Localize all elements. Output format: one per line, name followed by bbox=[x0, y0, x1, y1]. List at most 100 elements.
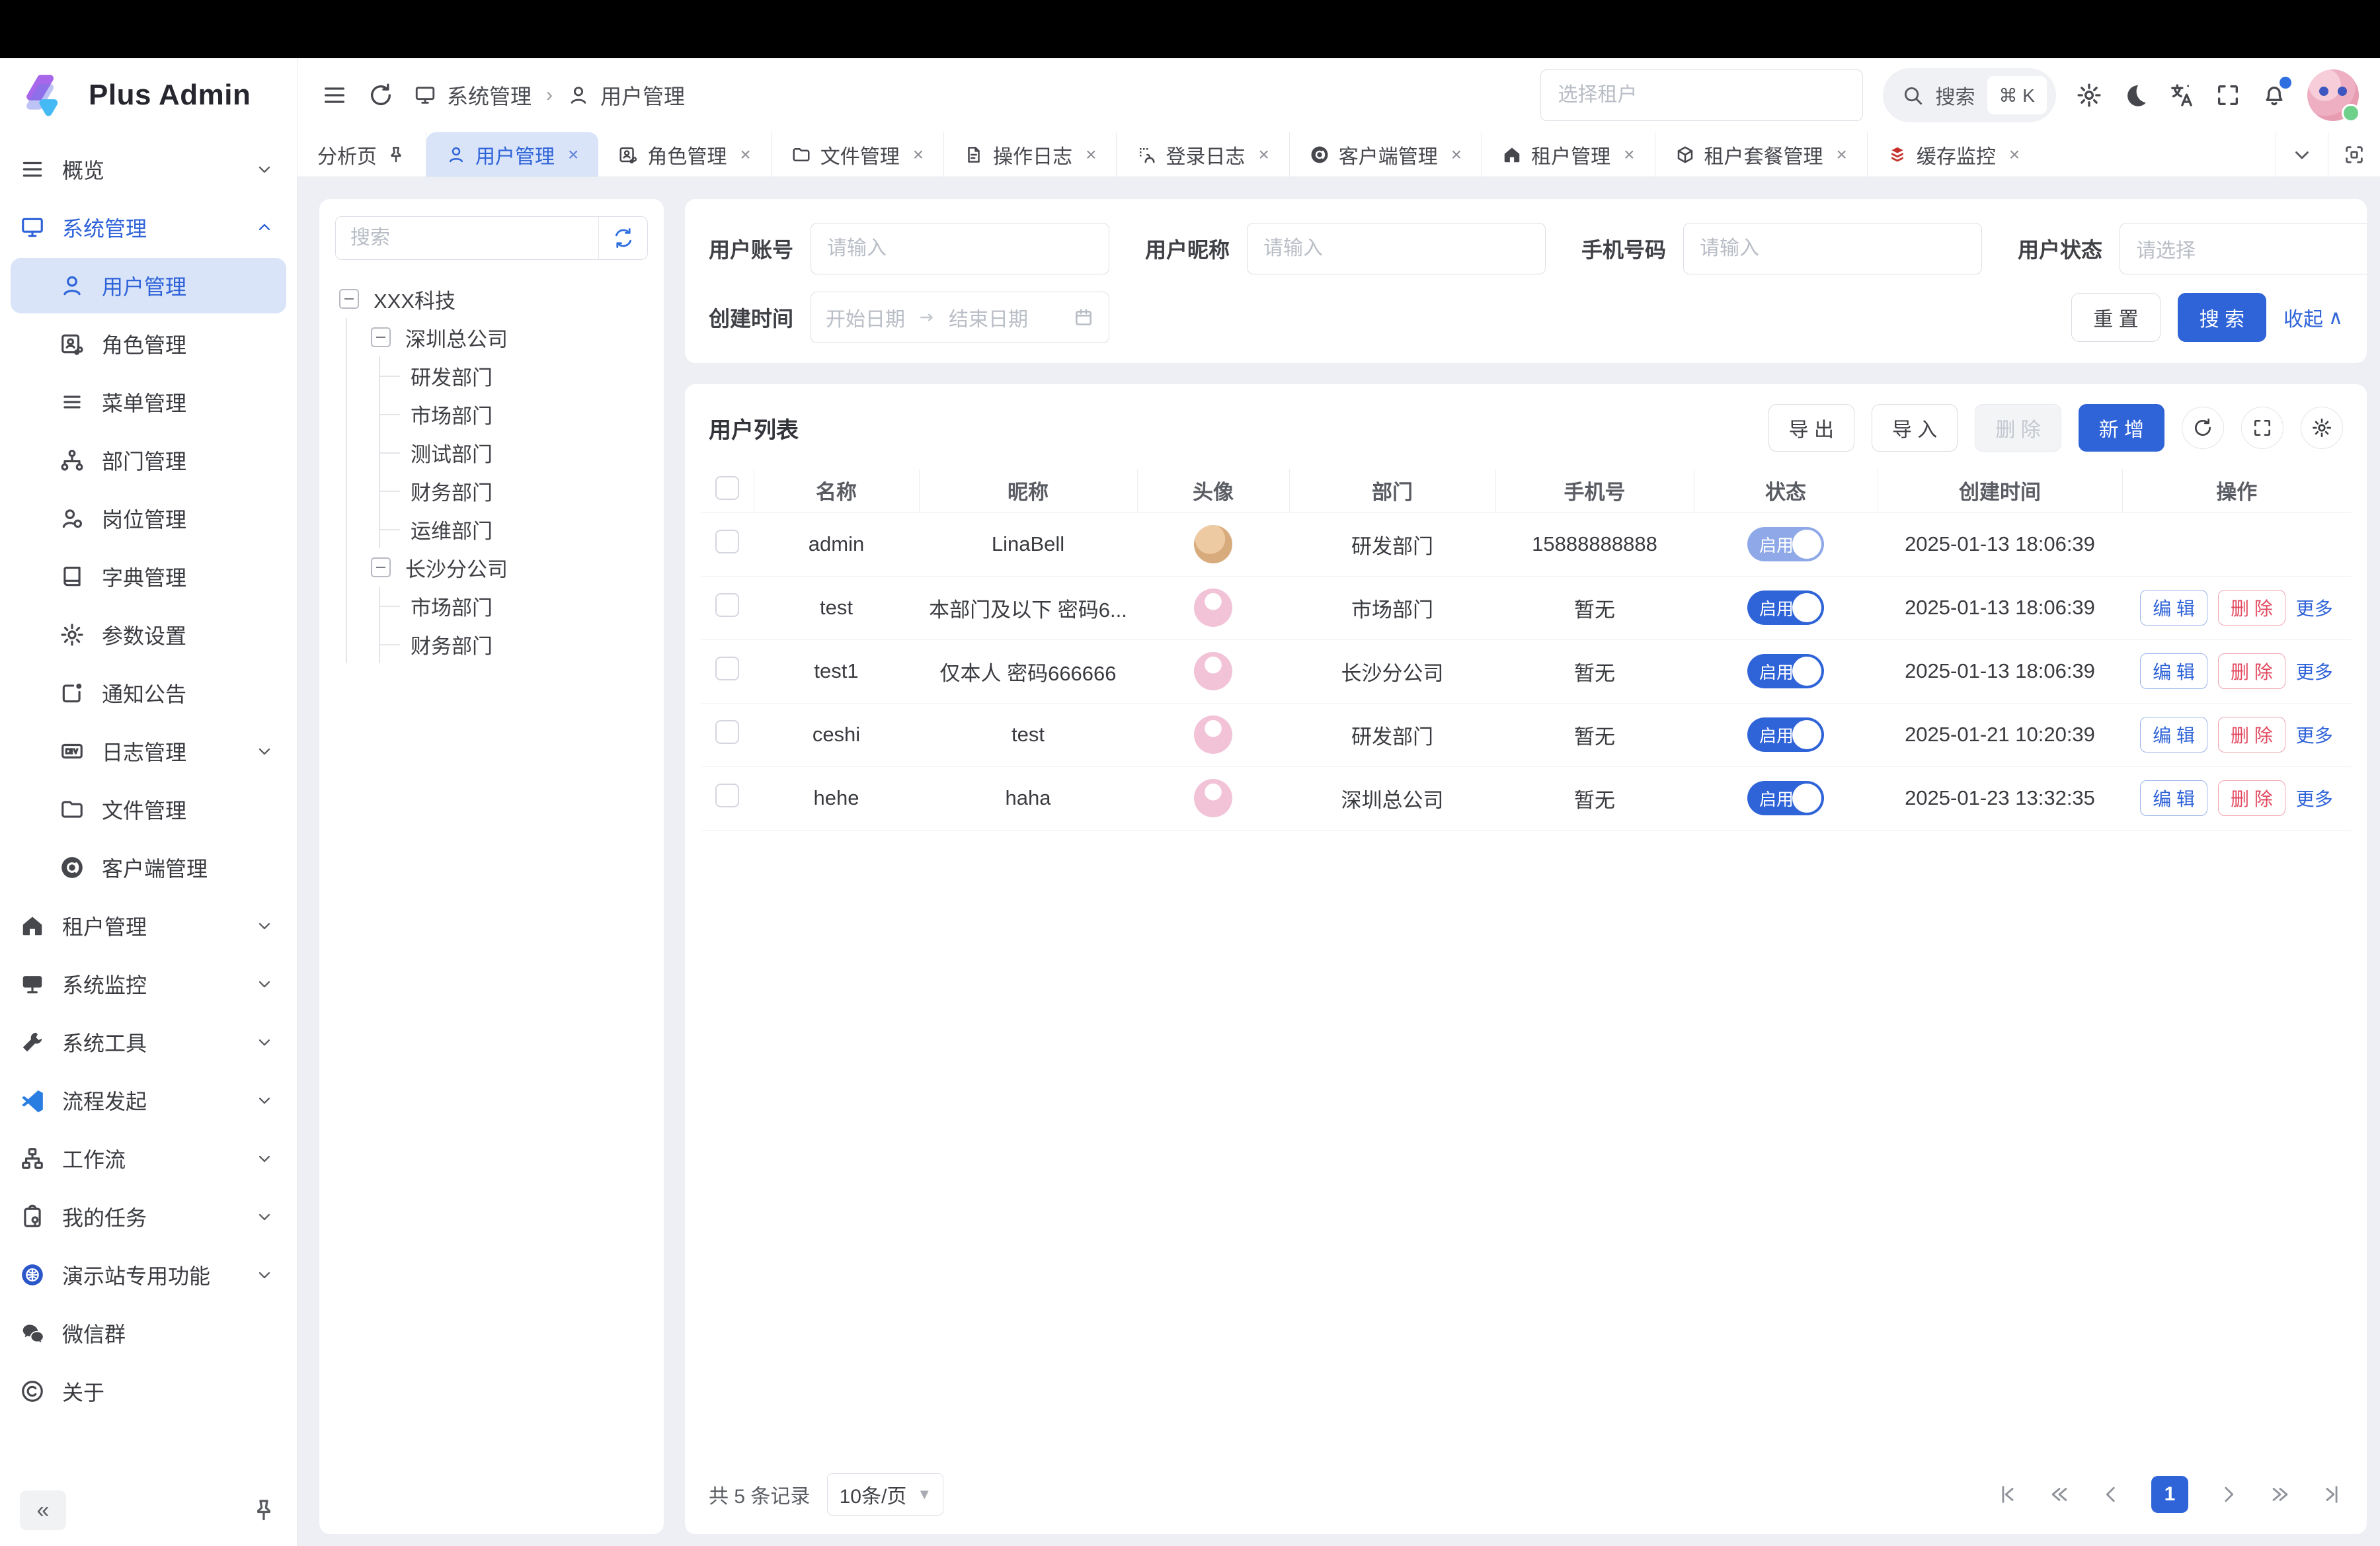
tree-collapse-toggle[interactable] bbox=[371, 557, 391, 577]
close-icon[interactable]: × bbox=[2009, 144, 2020, 165]
close-icon[interactable]: × bbox=[1837, 144, 1847, 165]
tree-node-company[interactable]: 长沙分公司 bbox=[368, 548, 648, 587]
page-size-select[interactable]: 10条/页 ▼ bbox=[827, 1473, 943, 1516]
settings-gear-icon[interactable] bbox=[2076, 82, 2102, 108]
export-button[interactable]: 导 出 bbox=[1768, 404, 1854, 452]
avatar[interactable] bbox=[1194, 589, 1232, 627]
sidebar-collapse-button[interactable]: « bbox=[20, 1490, 66, 1530]
tab-user-management[interactable]: 用户管理 × bbox=[426, 132, 598, 177]
sidebar-item-role-management[interactable]: 角色管理 bbox=[0, 315, 297, 373]
sidebar-item-file-management[interactable]: 文件管理 bbox=[0, 780, 297, 838]
status-toggle[interactable]: 启用 bbox=[1747, 590, 1824, 625]
sidebar-item-workflow[interactable]: 工作流 bbox=[0, 1129, 297, 1188]
pin-icon[interactable] bbox=[251, 1497, 277, 1524]
tree-node-company[interactable]: 深圳总公司 bbox=[368, 318, 648, 356]
close-icon[interactable]: × bbox=[1451, 144, 1462, 165]
column-header-phone[interactable]: 手机号 bbox=[1495, 469, 1694, 512]
sidebar-item-notice-announcement[interactable]: 通知公告 bbox=[0, 664, 297, 722]
delete-button[interactable]: 删 除 bbox=[1975, 404, 2061, 452]
delete-row-button[interactable]: 删 除 bbox=[2218, 780, 2285, 816]
delete-row-button[interactable]: 删 除 bbox=[2218, 717, 2285, 753]
sidebar-item-log-management[interactable]: 日志管理 bbox=[0, 722, 297, 780]
column-header-avatar[interactable]: 头像 bbox=[1137, 469, 1289, 512]
sidebar-item-process-initiation[interactable]: 流程发起 bbox=[0, 1071, 297, 1129]
last-page-button[interactable] bbox=[2320, 1483, 2343, 1506]
tree-node-department[interactable]: 市场部门 bbox=[380, 587, 648, 625]
row-checkbox[interactable] bbox=[715, 720, 739, 744]
sidebar-item-department-management[interactable]: 部门管理 bbox=[0, 431, 297, 489]
current-page[interactable]: 1 bbox=[2151, 1476, 2188, 1513]
sidebar-item-user-management[interactable]: 用户管理 bbox=[11, 258, 286, 313]
close-icon[interactable]: × bbox=[740, 144, 750, 165]
close-icon[interactable]: × bbox=[913, 144, 924, 165]
column-header-actions[interactable]: 操作 bbox=[2122, 469, 2351, 512]
fullscreen-icon[interactable] bbox=[2215, 82, 2241, 108]
phone-input[interactable] bbox=[1683, 223, 1982, 274]
import-button[interactable]: 导 入 bbox=[1872, 404, 1958, 452]
tab-tenant-package-management[interactable]: 租户套餐管理 × bbox=[1655, 132, 1868, 177]
table-fullscreen-button[interactable] bbox=[2241, 407, 2283, 449]
delete-row-button[interactable]: 删 除 bbox=[2218, 590, 2285, 626]
tree-node-department[interactable]: 测试部门 bbox=[380, 433, 648, 471]
row-checkbox[interactable] bbox=[715, 593, 739, 617]
close-icon[interactable]: × bbox=[1086, 144, 1096, 165]
jump-back-button[interactable] bbox=[2048, 1483, 2071, 1506]
close-icon[interactable]: × bbox=[568, 144, 578, 165]
column-header-name[interactable]: 名称 bbox=[754, 469, 919, 512]
sidebar-item-my-tasks[interactable]: 我的任务 bbox=[0, 1188, 297, 1246]
next-page-button[interactable] bbox=[2217, 1483, 2240, 1506]
translate-icon[interactable] bbox=[2168, 82, 2195, 108]
more-link[interactable]: 更多 bbox=[2296, 721, 2333, 748]
tree-node-department[interactable]: 财务部门 bbox=[380, 625, 648, 663]
status-select[interactable]: 请选择 ∨ bbox=[2120, 223, 2367, 274]
avatar[interactable] bbox=[1194, 779, 1232, 817]
close-icon[interactable]: × bbox=[1624, 144, 1634, 165]
sidebar-item-system-management[interactable]: 系统管理 bbox=[0, 198, 297, 257]
sidebar-item-client-management[interactable]: 客户端管理 bbox=[0, 838, 297, 897]
column-header-nickname[interactable]: 昵称 bbox=[919, 469, 1137, 512]
delete-row-button[interactable]: 删 除 bbox=[2218, 653, 2285, 689]
breadcrumb-system[interactable]: 系统管理 bbox=[447, 80, 532, 110]
more-link[interactable]: 更多 bbox=[2296, 785, 2333, 811]
avatar[interactable] bbox=[1194, 525, 1232, 563]
tree-node-department[interactable]: 市场部门 bbox=[380, 395, 648, 433]
tree-node-department[interactable]: 研发部门 bbox=[380, 356, 648, 395]
table-settings-button[interactable] bbox=[2301, 407, 2343, 449]
breadcrumb-user[interactable]: 用户管理 bbox=[600, 80, 685, 110]
sidebar-item-system-monitor[interactable]: 系统监控 bbox=[0, 955, 297, 1013]
prev-page-button[interactable] bbox=[2100, 1483, 2122, 1506]
tenant-select-input[interactable] bbox=[1540, 69, 1863, 121]
row-checkbox[interactable] bbox=[715, 657, 739, 680]
account-input[interactable] bbox=[811, 223, 1109, 274]
tabs-dropdown-button[interactable] bbox=[2276, 132, 2328, 177]
tab-file-management[interactable]: 文件管理 × bbox=[772, 132, 944, 177]
tree-search-input[interactable] bbox=[336, 217, 598, 259]
edit-button[interactable]: 编 辑 bbox=[2140, 780, 2207, 816]
edit-button[interactable]: 编 辑 bbox=[2140, 717, 2207, 753]
column-header-department[interactable]: 部门 bbox=[1289, 469, 1495, 512]
avatar[interactable] bbox=[2307, 69, 2359, 121]
close-icon[interactable]: × bbox=[1258, 144, 1269, 165]
row-checkbox[interactable] bbox=[715, 530, 739, 553]
tree-collapse-toggle[interactable] bbox=[339, 289, 359, 309]
select-all-checkbox[interactable] bbox=[715, 476, 739, 500]
tree-node-root[interactable]: XXX科技 bbox=[335, 280, 648, 318]
sidebar-item-demo-features[interactable]: 演示站专用功能 bbox=[0, 1246, 297, 1304]
sidebar-item-tenant-management[interactable]: 租户管理 bbox=[0, 897, 297, 955]
hamburger-icon[interactable] bbox=[321, 82, 348, 108]
sidebar-item-system-tools[interactable]: 系统工具 bbox=[0, 1013, 297, 1071]
sidebar-item-menu-management[interactable]: 菜单管理 bbox=[0, 373, 297, 431]
notifications[interactable] bbox=[2261, 81, 2287, 110]
status-toggle[interactable]: 启用 bbox=[1747, 654, 1824, 688]
global-search[interactable]: 搜索 ⌘ K bbox=[1883, 68, 2056, 122]
first-page-button[interactable] bbox=[1997, 1483, 2019, 1506]
sidebar-item-about[interactable]: 关于 bbox=[0, 1362, 297, 1420]
column-header-status[interactable]: 状态 bbox=[1694, 469, 1878, 512]
collapse-filters-link[interactable]: 收起∧ bbox=[2283, 303, 2343, 332]
tab-tenant-management[interactable]: 租户管理 × bbox=[1482, 132, 1655, 177]
sidebar-item-dictionary-management[interactable]: 字典管理 bbox=[0, 548, 297, 606]
add-button[interactable]: 新 增 bbox=[2079, 404, 2164, 452]
reset-button[interactable]: 重 置 bbox=[2071, 293, 2160, 342]
tree-node-department[interactable]: 运维部门 bbox=[380, 510, 648, 548]
tree-node-department[interactable]: 财务部门 bbox=[380, 471, 648, 510]
